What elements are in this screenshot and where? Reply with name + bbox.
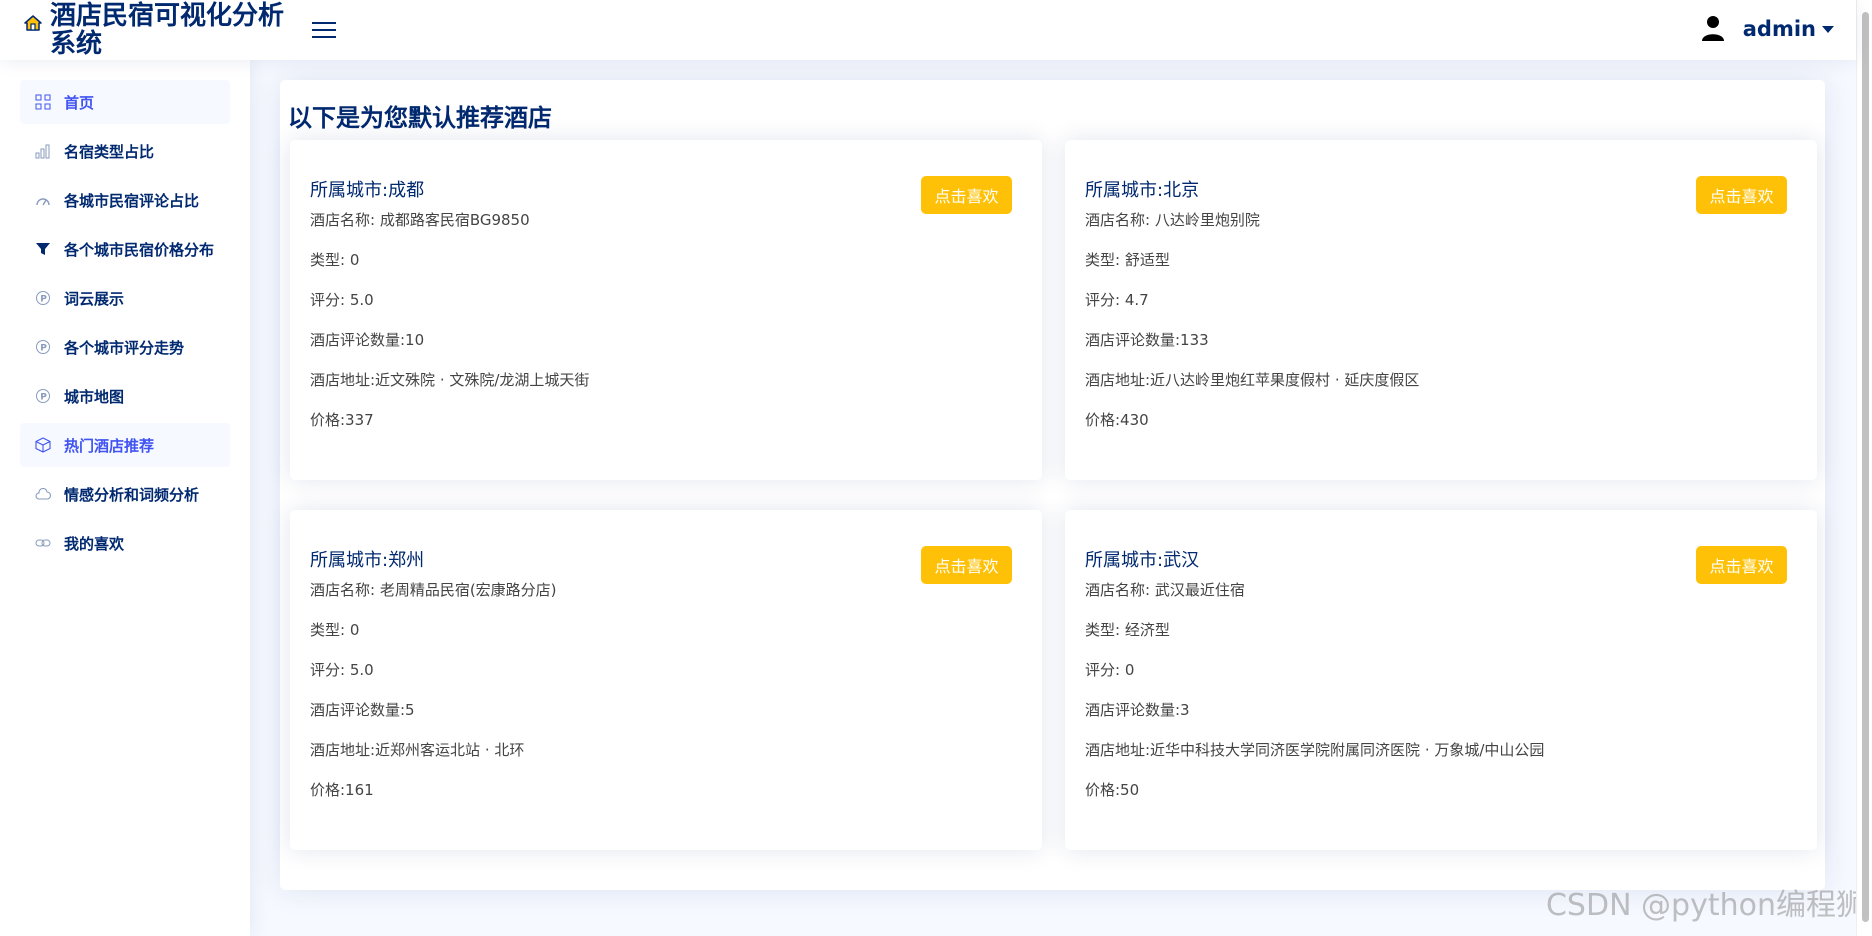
sidebar-item-sentiment[interactable]: 情感分析和词频分析 xyxy=(20,472,230,516)
hotel-type: 类型: 舒适型 xyxy=(1085,251,1170,269)
hotel-type: 类型: 0 xyxy=(310,251,360,269)
sidebar-item-label: 城市地图 xyxy=(64,387,125,406)
svg-text:P: P xyxy=(40,294,47,304)
hotel-name: 酒店名称: 八达岭里炮别院 xyxy=(1085,211,1260,229)
bar-chart-icon xyxy=(34,142,52,160)
p-circle-icon: P xyxy=(34,338,52,356)
vertical-scrollbar[interactable] xyxy=(1856,0,1872,936)
sidebar-item-label: 词云展示 xyxy=(64,289,125,308)
sidebar-item-price-distribution[interactable]: 各个城市民宿价格分布 xyxy=(20,227,230,271)
hotel-price: 价格:337 xyxy=(310,411,374,429)
hotel-city: 所属城市:成都 xyxy=(310,180,425,201)
sidebar-item-label: 各个城市民宿价格分布 xyxy=(64,240,215,259)
hotel-address: 酒店地址:近文殊院 · 文殊院/龙湖上城天街 xyxy=(310,371,590,389)
user-menu[interactable]: admin xyxy=(1701,14,1834,44)
sidebar-item-home[interactable]: 首页 xyxy=(20,80,230,124)
gauge-icon xyxy=(34,191,52,209)
funnel-icon xyxy=(34,240,52,258)
hotel-city: 所属城市:郑州 xyxy=(310,550,425,571)
sidebar-item-city-map[interactable]: P 城市地图 xyxy=(20,374,230,418)
sidebar-item-label: 热门酒店推荐 xyxy=(64,436,155,455)
sidebar-item-score-trend[interactable]: P 各个城市评分走势 xyxy=(20,325,230,369)
hotel-score: 评分: 0 xyxy=(1085,661,1135,679)
hotel-name: 酒店名称: 老周精品民宿(宏康路分店) xyxy=(310,581,557,599)
sidebar-item-label: 情感分析和词频分析 xyxy=(64,485,200,504)
house-icon xyxy=(20,10,46,36)
hotel-name: 酒店名称: 武汉最近住宿 xyxy=(1085,581,1245,599)
cloud-icon xyxy=(34,485,52,503)
page-title: 以下是为您默认推荐酒店 xyxy=(288,104,552,132)
sidebar-item-favorites[interactable]: 我的喜欢 xyxy=(20,521,230,565)
like-button[interactable]: 点击喜欢 xyxy=(1696,176,1787,214)
hotel-card: 所属城市:郑州 酒店名称: 老周精品民宿(宏康路分店) 类型: 0 评分: 5.… xyxy=(290,510,1042,850)
sidebar-item-label: 我的喜欢 xyxy=(64,534,125,553)
box-icon xyxy=(34,436,52,454)
hotel-review-count: 酒店评论数量:3 xyxy=(1085,701,1190,719)
hotel-review-count: 酒店评论数量:10 xyxy=(310,331,425,349)
hotel-card: 所属城市:武汉 酒店名称: 武汉最近住宿 类型: 经济型 评分: 0 酒店评论数… xyxy=(1065,510,1817,850)
sidebar-item-label: 各个城市评分走势 xyxy=(64,338,185,357)
logo[interactable]: 酒店民宿可视化分析系统 xyxy=(0,2,300,58)
hotel-price: 价格:50 xyxy=(1085,781,1140,799)
hotel-review-count: 酒店评论数量:133 xyxy=(1085,331,1209,349)
sidebar-item-label: 名宿类型占比 xyxy=(64,142,155,161)
hotel-score: 评分: 5.0 xyxy=(310,291,374,309)
grid-icon xyxy=(34,93,52,111)
sidebar-item-hot-hotels[interactable]: 热门酒店推荐 xyxy=(20,423,230,467)
svg-text:P: P xyxy=(40,392,47,402)
menu-toggle-icon[interactable] xyxy=(312,18,340,42)
user-name: admin xyxy=(1742,17,1816,41)
sidebar-item-label: 首页 xyxy=(64,93,95,112)
svg-text:P: P xyxy=(40,343,47,353)
watermark: CSDN @python编程狮 xyxy=(1545,888,1866,923)
person-icon xyxy=(1701,14,1729,44)
sidebar-item-city-reviews[interactable]: 各城市民宿评论占比 xyxy=(20,178,230,222)
recommendation-panel: 以下是为您默认推荐酒店 所属城市:成都 酒店名称: 成都路客民宿BG9850 类… xyxy=(280,80,1825,890)
hotel-score: 评分: 5.0 xyxy=(310,661,374,679)
hotel-review-count: 酒店评论数量:5 xyxy=(310,701,415,719)
hotel-address: 酒店地址:近八达岭里炮红苹果度假村 · 延庆度假区 xyxy=(1085,371,1420,389)
sidebar: 首页 名宿类型占比 各城市民宿评论占比 各个城市民宿价格分布 P 词云展示 P … xyxy=(0,60,250,936)
hotel-type: 类型: 0 xyxy=(310,621,360,639)
hotel-price: 价格:161 xyxy=(310,781,374,799)
hotel-name: 酒店名称: 成都路客民宿BG9850 xyxy=(310,211,530,229)
hotel-city: 所属城市:武汉 xyxy=(1085,550,1200,571)
link-icon xyxy=(34,534,52,552)
p-circle-icon: P xyxy=(34,387,52,405)
chevron-down-icon xyxy=(1822,25,1834,33)
hotel-price: 价格:430 xyxy=(1085,411,1149,429)
like-button[interactable]: 点击喜欢 xyxy=(921,176,1012,214)
like-button[interactable]: 点击喜欢 xyxy=(1696,546,1787,584)
hotel-address: 酒店地址:近郑州客运北站 · 北环 xyxy=(310,741,525,759)
sidebar-item-label: 各城市民宿评论占比 xyxy=(64,191,200,210)
hotel-address: 酒店地址:近华中科技大学同济医学院附属同济医院 · 万象城/中山公园 xyxy=(1085,741,1545,759)
hotel-type: 类型: 经济型 xyxy=(1085,621,1170,639)
hotel-card: 所属城市:北京 酒店名称: 八达岭里炮别院 类型: 舒适型 评分: 4.7 酒店… xyxy=(1065,140,1817,480)
scroll-thumb[interactable] xyxy=(1862,12,1869,922)
hotel-city: 所属城市:北京 xyxy=(1085,180,1200,201)
hotel-card: 所属城市:成都 酒店名称: 成都路客民宿BG9850 类型: 0 评分: 5.0… xyxy=(290,140,1042,480)
p-circle-icon: P xyxy=(34,289,52,307)
like-button[interactable]: 点击喜欢 xyxy=(921,546,1012,584)
sidebar-item-wordcloud[interactable]: P 词云展示 xyxy=(20,276,230,320)
sidebar-item-type-ratio[interactable]: 名宿类型占比 xyxy=(20,129,230,173)
top-header: 酒店民宿可视化分析系统 admin xyxy=(0,0,1856,60)
app-title: 酒店民宿可视化分析系统 xyxy=(50,1,285,59)
hotel-score: 评分: 4.7 xyxy=(1085,291,1149,309)
